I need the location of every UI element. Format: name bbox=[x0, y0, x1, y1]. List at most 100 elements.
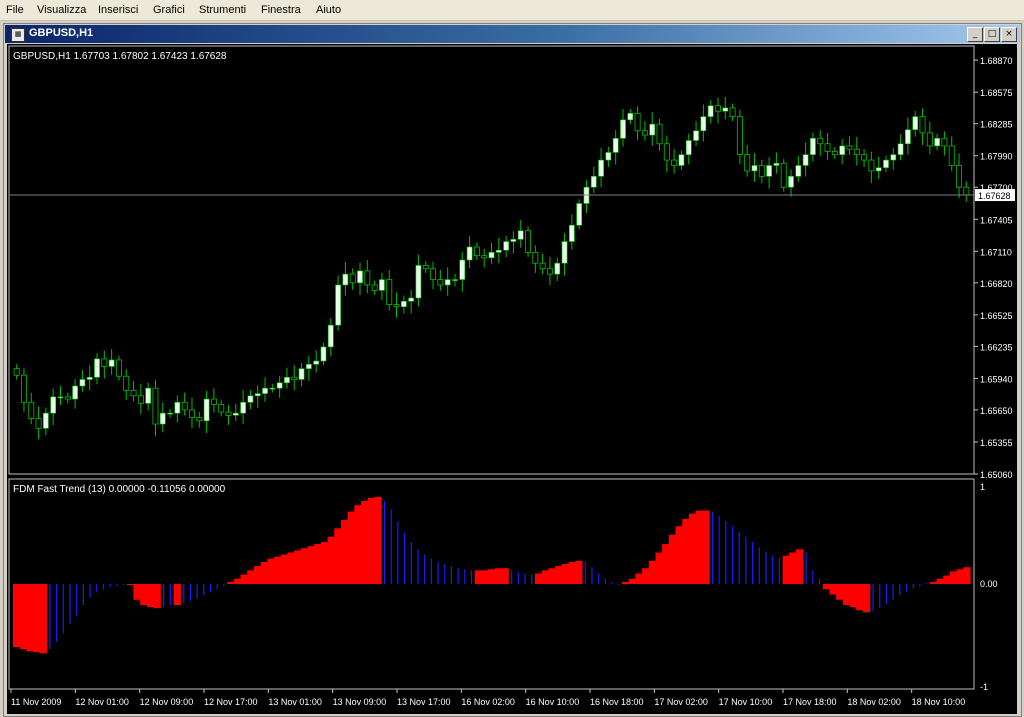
indicator-title: FDM Fast Trend (13) 0.00000 -0.11056 0.0… bbox=[13, 484, 226, 495]
candle-body-bear bbox=[525, 230, 531, 253]
histogram-bar-red bbox=[849, 584, 857, 608]
histogram-bar-blue bbox=[424, 554, 426, 584]
candle-body-bull bbox=[313, 360, 320, 365]
candle-body-bull bbox=[488, 252, 495, 259]
menu-inserisci[interactable]: Inserisci bbox=[98, 4, 138, 16]
histogram-bar-blue bbox=[731, 526, 734, 584]
price-chart-title: GBPUSD,H1 1.67703 1.67802 1.67423 1.6762… bbox=[13, 51, 227, 62]
histogram-bar-red bbox=[320, 542, 329, 584]
histogram-bar-blue bbox=[618, 584, 620, 586]
histogram-bar-blue bbox=[765, 551, 767, 584]
candle-body-bull bbox=[700, 116, 707, 132]
price-tick-label: 1.67405 bbox=[980, 215, 1013, 225]
histogram-bar-red bbox=[936, 578, 944, 584]
candle-body-bear bbox=[831, 150, 838, 156]
candle-body-bull bbox=[773, 163, 780, 166]
menu-grafici[interactable]: Grafici bbox=[153, 4, 185, 16]
candle-body-bull bbox=[612, 138, 619, 153]
candle-body-bull bbox=[693, 130, 699, 141]
candle-body-bear bbox=[919, 116, 926, 134]
price-pane: 1.688701.685751.682851.679901.677001.674… bbox=[8, 45, 1015, 480]
candle-body-bear bbox=[35, 418, 42, 429]
histogram-bar-red bbox=[568, 561, 576, 584]
histogram-bar-blue bbox=[89, 584, 91, 598]
candle-body-bull bbox=[678, 154, 685, 166]
candle-body-bull bbox=[247, 395, 254, 403]
candle-body-bull bbox=[890, 154, 897, 161]
histogram-bar-red bbox=[253, 566, 262, 584]
candle-body-bear bbox=[663, 143, 670, 161]
histogram-bar-blue bbox=[457, 568, 459, 584]
candle-body-bear bbox=[641, 130, 648, 136]
histogram-bar-red bbox=[688, 513, 697, 584]
histogram-bar-red bbox=[488, 569, 496, 584]
candle-body-bear bbox=[539, 262, 546, 270]
histogram-bar-blue bbox=[56, 584, 58, 642]
candle-body-bull bbox=[934, 138, 940, 147]
candle-body-bull bbox=[379, 279, 385, 291]
candle-body-bear bbox=[371, 284, 378, 291]
candle-body-bull bbox=[444, 279, 451, 286]
menu-file[interactable]: File bbox=[6, 4, 24, 16]
candle-body-bear bbox=[13, 368, 20, 376]
histogram-bar-red bbox=[367, 497, 375, 584]
candle-body-bull bbox=[620, 119, 626, 139]
minimize-button[interactable]: _ bbox=[967, 27, 983, 42]
chart-svg[interactable]: 1.688701.685751.682851.679901.677001.674… bbox=[7, 44, 1017, 714]
candle-body-bear bbox=[225, 411, 232, 416]
candle-body-bear bbox=[473, 246, 480, 257]
candle-body-bull bbox=[897, 143, 904, 155]
histogram-bar-blue bbox=[899, 584, 901, 596]
menu-aiuto[interactable]: Aiuto bbox=[316, 4, 341, 16]
candle-body-bull bbox=[576, 203, 583, 226]
candle-body-bear bbox=[758, 165, 765, 177]
histogram-bar-blue bbox=[397, 521, 399, 584]
candle-body-bull bbox=[298, 368, 305, 380]
candle-body-bull bbox=[72, 385, 78, 400]
menu-strumenti[interactable]: Strumenti bbox=[199, 4, 246, 16]
candle-body-bull bbox=[145, 387, 152, 404]
histogram-bar-red bbox=[173, 584, 181, 605]
histogram-bar-blue bbox=[390, 509, 392, 584]
x-tick-label: 17 Nov 18:00 bbox=[783, 697, 837, 707]
x-axis: 11 Nov 2009 12 Nov 01:00 12 Nov 09:00 12 No… bbox=[10, 689, 965, 707]
histogram-bar-blue bbox=[926, 582, 928, 584]
candle-body-bear bbox=[28, 401, 35, 419]
histogram-bar-blue bbox=[879, 584, 881, 609]
histogram-bar-blue bbox=[109, 584, 111, 588]
x-tick-label: 12 Nov 01:00 bbox=[75, 697, 129, 707]
histogram-bar-blue bbox=[470, 570, 473, 584]
window-titlebar[interactable]: ▦ GBPUSD,H1 _ □ × bbox=[5, 25, 1020, 43]
histogram-bar-blue bbox=[517, 572, 519, 584]
histogram-bar-blue bbox=[209, 584, 212, 593]
candle-body-bull bbox=[94, 358, 100, 378]
histogram-bar-red bbox=[300, 548, 309, 584]
candle-body-bear bbox=[926, 132, 933, 147]
candle-body-bull bbox=[788, 176, 794, 188]
menu-visualizza[interactable]: Visualizza bbox=[37, 4, 86, 16]
candle-body-bear bbox=[115, 359, 122, 377]
histogram-bar-blue bbox=[752, 542, 754, 584]
histogram-bar-red bbox=[494, 568, 503, 584]
histogram-bar-red bbox=[327, 536, 335, 584]
histogram-bar-red bbox=[675, 526, 683, 584]
x-tick-label: 13 Nov 17:00 bbox=[397, 697, 451, 707]
candle-body-bear bbox=[64, 396, 71, 400]
price-tick-label: 1.65060 bbox=[980, 470, 1013, 480]
histogram-bar-red bbox=[662, 544, 670, 584]
histogram-bar-blue bbox=[892, 584, 894, 600]
candle-body-bull bbox=[57, 396, 64, 399]
chart-area[interactable]: 1.68870 1.68575 1.68285 1.67990 1.67700 1.674… bbox=[7, 44, 1017, 714]
price-tick-label: 1.66525 bbox=[980, 311, 1013, 321]
candle-body-bull bbox=[875, 167, 882, 172]
histogram-bar-red bbox=[836, 584, 844, 600]
chart-window-icon: ▦ bbox=[11, 28, 25, 42]
histogram-bar-red bbox=[347, 511, 355, 584]
histogram-bar-red bbox=[126, 584, 135, 586]
candle-body-bear bbox=[846, 145, 853, 150]
menu-finestra[interactable]: Finestra bbox=[261, 4, 301, 16]
restore-button[interactable]: □ bbox=[984, 27, 1000, 42]
histogram-bar-red bbox=[361, 501, 369, 584]
histogram-bar-blue bbox=[383, 501, 386, 584]
close-button[interactable]: × bbox=[1001, 27, 1017, 42]
